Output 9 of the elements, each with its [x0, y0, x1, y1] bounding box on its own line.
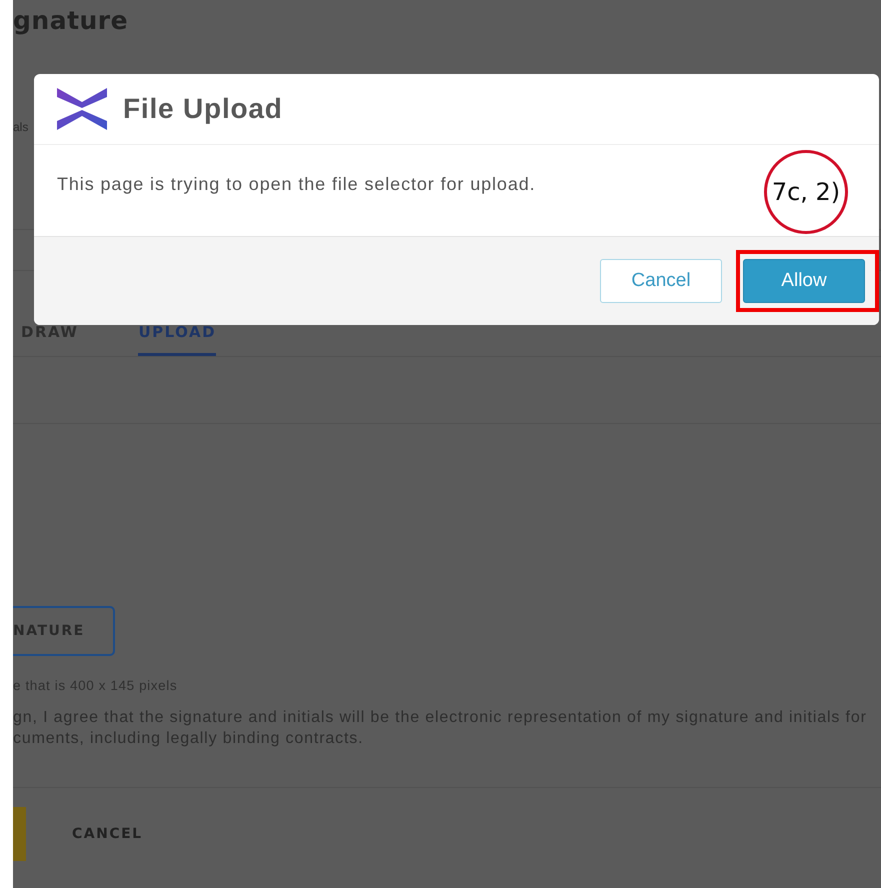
allow-button[interactable]: Allow	[743, 259, 865, 303]
primary-button[interactable]	[13, 807, 26, 861]
dialog-message: This page is trying to open the file selector for upload.	[57, 174, 536, 195]
dialog-title: File Upload	[123, 93, 283, 125]
logo-icon	[57, 88, 107, 130]
callout-circle: 7c, 2)	[764, 150, 848, 234]
page-title: gnature	[13, 6, 128, 37]
cancel-button[interactable]: CANCEL	[72, 826, 143, 842]
cancel-button[interactable]: Cancel	[600, 259, 722, 303]
